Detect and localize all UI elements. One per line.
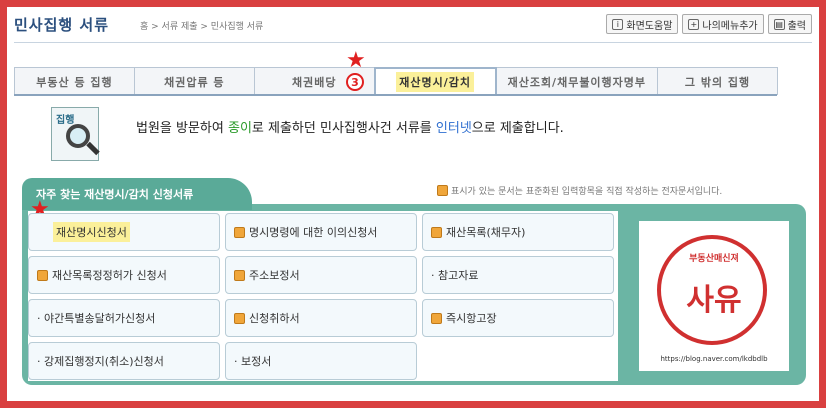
tab-label: 채권압류 등 — [164, 75, 225, 89]
breadcrumb: 홈 > 서류 제출 > 민사집행 서류 — [140, 22, 264, 32]
form-item-night-delivery[interactable]: · 야간특별송달허가신청서 — [28, 299, 220, 337]
info-icon: i — [612, 18, 624, 30]
step-marker: 3 — [346, 73, 364, 91]
intro-internet: 인터넷 — [435, 121, 472, 136]
edoc-icon — [431, 312, 442, 324]
form-item-label: 명시명령에 대한 이의신청서 — [249, 226, 378, 239]
tab-label: 그 밖의 집행 — [684, 75, 751, 89]
intro-paper: 종이 — [228, 121, 252, 136]
tab-property-disclosure[interactable]: 재산명시/감치 — [373, 67, 497, 95]
intro-part: 으로 제출합니다. — [471, 121, 564, 136]
edoc-icon — [234, 226, 245, 238]
intro-text: 법원을 방문하여 종이로 제출하던 민사집행사건 서류를 인터넷으로 제출합니다… — [136, 117, 564, 136]
add-my-menu-button[interactable]: + 나의메뉴추가 — [682, 14, 764, 34]
form-item-label: 신청취하서 — [249, 312, 300, 325]
form-item-label: 재산목록(채무자) — [446, 226, 526, 239]
add-menu-icon: + — [688, 18, 700, 30]
form-item-immediate-appeal[interactable]: 즉시항고장 — [422, 299, 614, 337]
form-item-withdrawal[interactable]: 신청취하서 — [225, 299, 417, 337]
edoc-icon — [234, 312, 245, 324]
intro-part: 법원을 방문하여 — [136, 121, 228, 136]
page-title: 민사집행 서류 — [14, 16, 110, 34]
form-item-property-list[interactable]: 재산목록(채무자) — [422, 213, 614, 251]
form-item-label: 즉시항고장 — [446, 312, 497, 325]
edoc-icon — [234, 269, 245, 281]
form-item-address-correction[interactable]: 주소보정서 — [225, 256, 417, 294]
form-item-property-disclosure-application[interactable]: 재산명시신청서 — [28, 213, 220, 251]
ad-banner[interactable]: 부동산매신져 사유 https://blog.naver.com/lkdbdlb — [639, 221, 789, 371]
form-item-correction-permit[interactable]: 재산목록정정허가 신청서 — [28, 256, 220, 294]
print-button[interactable]: ▤ 출력 — [767, 14, 812, 34]
form-item-amendment[interactable]: · 보정서 — [225, 342, 417, 380]
ad-url: https://blog.naver.com/lkdbdlb — [660, 355, 768, 363]
tab-label: 부동산 등 집행 — [36, 75, 113, 89]
printer-icon: ▤ — [773, 18, 785, 30]
help-button[interactable]: i 화면도움말 — [606, 14, 679, 34]
ad-main-text: 사유 — [686, 283, 742, 318]
tab-property-inquiry[interactable]: 재산조회/채무불이행자명부 — [495, 67, 659, 95]
star-marker-icon: ★ — [346, 48, 366, 73]
tab-other[interactable]: 그 밖의 집행 — [657, 67, 778, 95]
form-item-label: · 야간특별송달허가신청서 — [37, 312, 156, 325]
help-label: 화면도움말 — [626, 20, 673, 32]
edoc-icon — [437, 185, 448, 196]
intro-part: 로 제출하던 민사집행사건 서류를 — [251, 121, 436, 136]
form-item-label: 재산목록정정허가 신청서 — [52, 269, 167, 282]
ad-top-text: 부동산매신져 — [689, 254, 739, 264]
mymenu-label: 나의메뉴추가 — [702, 20, 758, 32]
tab-real-estate[interactable]: 부동산 등 집행 — [14, 67, 135, 95]
form-item-execution-stay[interactable]: · 강제집행정지(취소)신청서 — [28, 342, 220, 380]
tab-label: 재산조회/채무불이행자명부 — [507, 75, 647, 89]
form-item-reference[interactable]: · 참고자료 — [422, 256, 614, 294]
top-buttons: i 화면도움말 + 나의메뉴추가 ▤ 출력 — [606, 14, 812, 34]
panel-note-text: 표시가 있는 문서는 표준화된 입력항목을 직접 작성하는 전자문서입니다. — [451, 187, 723, 197]
edoc-icon — [37, 269, 48, 281]
form-item-label: · 참고자료 — [431, 269, 479, 282]
edoc-icon — [431, 226, 442, 238]
tab-bar: 부동산 등 집행 채권압류 등 채권배당 재산명시/감치 재산조회/채무불이행자… — [14, 67, 778, 95]
tab-label: 채권배당 — [291, 75, 337, 89]
icon-label: 집행 — [56, 115, 75, 126]
panel-title: 자주 찾는 재산명시/감치 신청서류 — [22, 178, 252, 210]
tab-seizure[interactable]: 채권압류 등 — [133, 67, 255, 95]
tab-underline — [14, 94, 777, 96]
tab-label: 재산명시/감치 — [396, 72, 474, 92]
document-search-icon: 집행 — [51, 107, 100, 161]
form-item-label: 주소보정서 — [249, 269, 300, 282]
panel-note: 표시가 있는 문서는 표준화된 입력항목을 직접 작성하는 전자문서입니다. — [437, 184, 722, 197]
print-label: 출력 — [787, 20, 806, 32]
header-divider — [14, 42, 812, 43]
form-item-label: 재산명시신청서 — [53, 222, 130, 242]
magnifier-handle — [86, 141, 100, 156]
form-item-label: · 보정서 — [234, 355, 272, 368]
form-item-objection[interactable]: 명시명령에 대한 이의신청서 — [225, 213, 417, 251]
form-item-label: · 강제집행정지(취소)신청서 — [37, 355, 164, 368]
